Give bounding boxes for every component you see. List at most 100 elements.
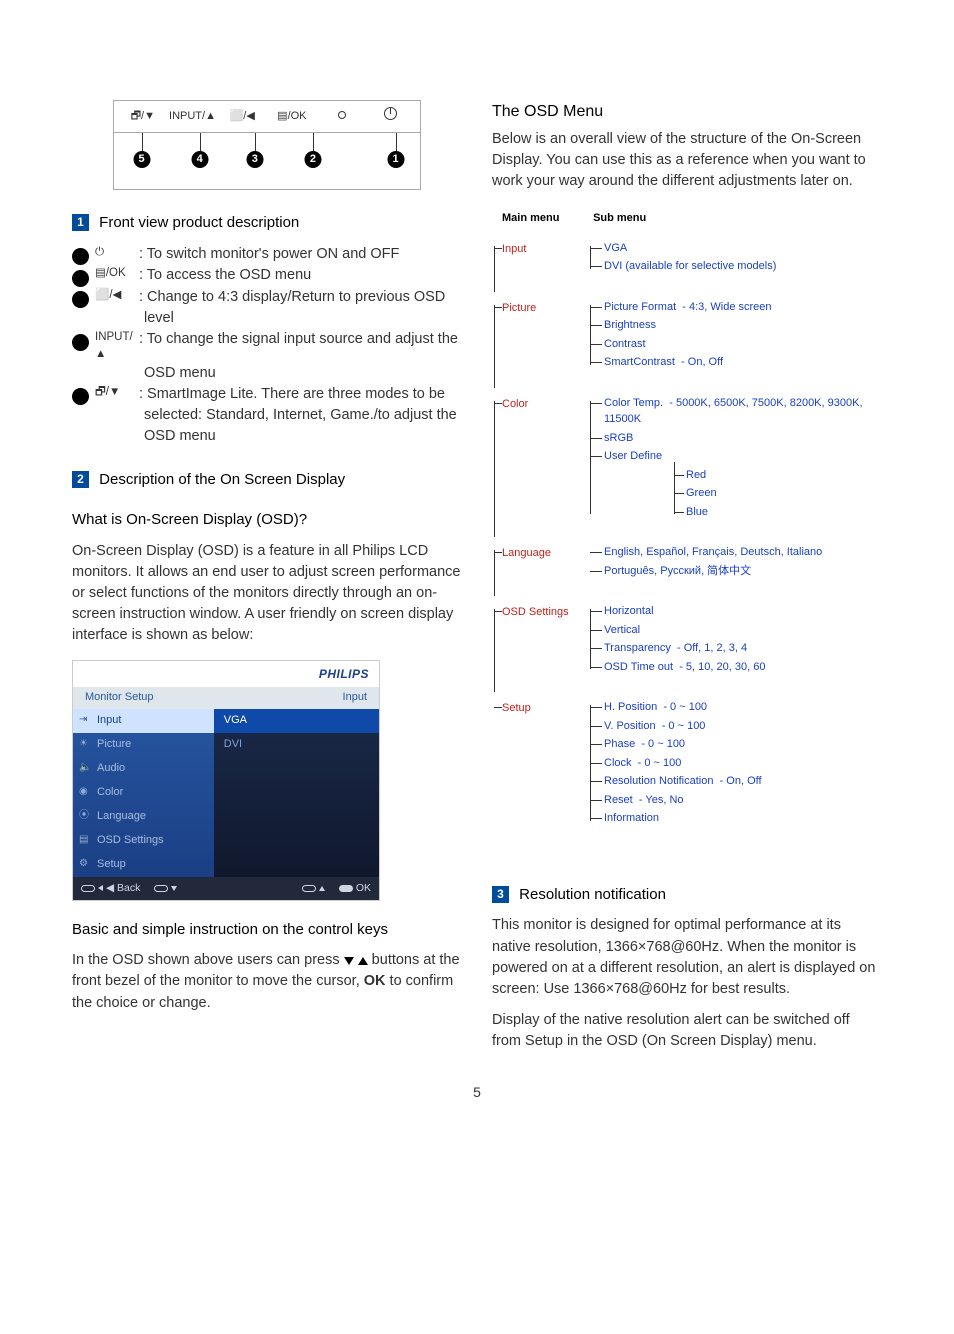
osd-menu-para: Below is an overall view of the structur… <box>492 129 882 192</box>
item-glyph: 🗗/▼ <box>95 384 139 401</box>
item-glyph: ▤/OK <box>95 265 139 282</box>
front-view-list: 1⏻: To switch monitor's power ON and OFF… <box>72 244 462 447</box>
section-1-title: Front view product description <box>99 214 299 231</box>
tree-sub-item: Color Temp. - 5000K, 6500K, 7500K, 8200K… <box>604 394 882 429</box>
osd-left-row: ⦿Language <box>73 805 214 829</box>
osd-left-row: ☀Picture <box>73 733 214 757</box>
tree-sub-item: Phase - 0 ~ 100 <box>604 735 882 754</box>
tree-group: OSD SettingsHorizontalVerticalTransparen… <box>502 602 882 676</box>
page-number: 5 <box>72 1082 882 1102</box>
osd-question: What is On-Screen Display (OSD)? <box>72 509 462 531</box>
item-glyph: ⬜/◀ <box>95 287 139 304</box>
resolution-p1: This monitor is designed for optimal per… <box>492 915 882 999</box>
osd-footer-up <box>302 881 325 896</box>
tree-sub-item: Resolution Notification - On, Off <box>604 772 882 791</box>
item-num: 5 <box>72 388 89 405</box>
bezel-diagram: 🗗/▼ INPUT/▲ ⬜/◀ ▤/OK 5 4 3 2 1 <box>113 100 421 190</box>
tree-nested-item: Green <box>686 484 882 503</box>
ok-label: OK <box>364 973 386 989</box>
bezel-power-icon <box>366 107 416 126</box>
right-column: The OSD Menu Below is an overall view of… <box>492 100 882 1052</box>
item-text: : SmartImage Lite. There are three modes… <box>139 386 457 444</box>
tree-sub-item: Brightness <box>604 316 882 335</box>
tree-group: Setup H. Position - 0 ~ 100V. Position - … <box>502 698 882 828</box>
osd-left-row: ⇥Input <box>73 709 214 733</box>
tree-sub-item: H. Position - 0 ~ 100 <box>604 698 882 717</box>
tree-main-item: Color <box>502 396 580 413</box>
tree-sub-hdr: Sub menu <box>593 212 646 224</box>
tree-main-hdr: Main menu <box>502 210 590 227</box>
front-view-item: 1⏻: To switch monitor's power ON and OFF <box>72 244 462 265</box>
tree-group: PicturePicture Format - 4:3, Wide screen… <box>502 298 882 372</box>
tree-main-item: OSD Settings <box>502 604 580 621</box>
front-view-item: 4INPUT/▲: To change the signal input sou… <box>72 329 462 383</box>
tree-sub-item: SmartContrast - On, Off <box>604 353 882 372</box>
basic-instruction-heading: Basic and simple instruction on the cont… <box>72 919 462 941</box>
osd-left-row: ◉Color <box>73 781 214 805</box>
osd-left-row: ▤OSD Settings <box>73 829 214 853</box>
tree-main-item: Picture <box>502 300 580 317</box>
tree-sub-item: Português, Русский, 简体中文 <box>604 562 882 581</box>
callout-2: 2 <box>304 151 321 168</box>
tree-sub-item: V. Position - 0 ~ 100 <box>604 717 882 736</box>
callout-4: 4 <box>191 151 208 168</box>
section-num-3: 3 <box>492 886 509 903</box>
osd-brand: PHILIPS <box>73 661 379 687</box>
bezel-btn-3: ⬜/◀ <box>217 109 267 125</box>
tree-sub-item: VGA <box>604 239 882 258</box>
osd-footer-down <box>154 881 177 896</box>
tree-sub-item: sRGB <box>604 429 882 448</box>
front-view-item: 3 ⬜/◀: Change to 4:3 display/Return to pr… <box>72 287 462 329</box>
section-2-title: Description of the On Screen Display <box>99 471 345 488</box>
tree-group: Color Color Temp. - 5000K, 6500K, 7500K, … <box>502 394 882 522</box>
tree-main-item: Language <box>502 545 580 562</box>
section-1-heading: 1 Front view product description <box>72 212 462 234</box>
item-text: : Change to 4:3 display/Return to previo… <box>139 289 445 326</box>
item-text: : To access the OSD menu <box>139 267 311 283</box>
item-num: 1 <box>72 248 89 265</box>
tree-sub-item: OSD Time out - 5, 10, 20, 30, 60 <box>604 658 882 677</box>
tree-group: Language English, Español, Français, Deut… <box>502 543 882 580</box>
tree-main-item: Input <box>502 241 580 258</box>
osd-tree: Main menu Sub menu Input VGADVI (availabl… <box>492 210 882 858</box>
osd-footer-ok: OK <box>339 881 371 896</box>
osd-screenshot: PHILIPS Monitor Setup Input ⇥Input☀Pictu… <box>72 660 380 901</box>
bezel-btn-5: 🗗/▼ <box>118 109 168 125</box>
tree-main-item: Setup <box>502 700 580 717</box>
up-arrow-icon <box>358 957 368 965</box>
front-view-item: 5 🗗/▼: SmartImage Lite. There are three m… <box>72 384 462 448</box>
tree-sub-item: Clock - 0 ~ 100 <box>604 754 882 773</box>
tree-sub-item: Vertical <box>604 621 882 640</box>
item-glyph: INPUT/▲ <box>95 329 139 362</box>
bezel-led-icon <box>317 109 367 125</box>
tree-sub-item: User Define <box>604 447 882 466</box>
osd-footer-back: ◀ Back <box>81 881 140 896</box>
osd-col2: Input <box>343 690 367 706</box>
osd-left-row: ⚙Setup <box>73 853 214 877</box>
tree-sub-item: Contrast <box>604 335 882 354</box>
down-arrow-icon <box>344 957 354 965</box>
bezel-btn-4: INPUT/▲ <box>168 109 218 125</box>
tree-sub-item: Horizontal <box>604 602 882 621</box>
item-text: : To switch monitor's power ON and OFF <box>139 246 399 262</box>
section-num-2: 2 <box>72 471 89 488</box>
tree-sub-item: DVI (available for selective models) <box>604 257 882 276</box>
item-num: 3 <box>72 291 89 308</box>
front-view-item: 2▤/OK: To access the OSD menu <box>72 265 462 286</box>
osd-menu-heading: The OSD Menu <box>492 100 882 123</box>
tree-sub-item: English, Español, Français, Deutsch, Ita… <box>604 543 882 562</box>
section-num-1: 1 <box>72 214 89 231</box>
osd-right-row: DVI <box>214 733 379 757</box>
page-columns: 🗗/▼ INPUT/▲ ⬜/◀ ▤/OK 5 4 3 2 1 1 <box>72 100 882 1052</box>
tree-nested-item: Blue <box>686 503 882 522</box>
callout-5: 5 <box>133 151 150 168</box>
bezel-btn-2: ▤/OK <box>267 109 317 125</box>
resolution-p2: Display of the native resolution alert c… <box>492 1010 882 1052</box>
tree-sub-item: Information <box>604 809 882 828</box>
callout-3: 3 <box>246 151 263 168</box>
section-3-title: Resolution notification <box>519 886 666 903</box>
osd-title: Monitor Setup <box>85 690 343 706</box>
left-column: 🗗/▼ INPUT/▲ ⬜/◀ ▤/OK 5 4 3 2 1 1 <box>72 100 462 1052</box>
osd-right-row: VGA <box>214 709 379 733</box>
tree-sub-item: Reset - Yes, No <box>604 791 882 810</box>
